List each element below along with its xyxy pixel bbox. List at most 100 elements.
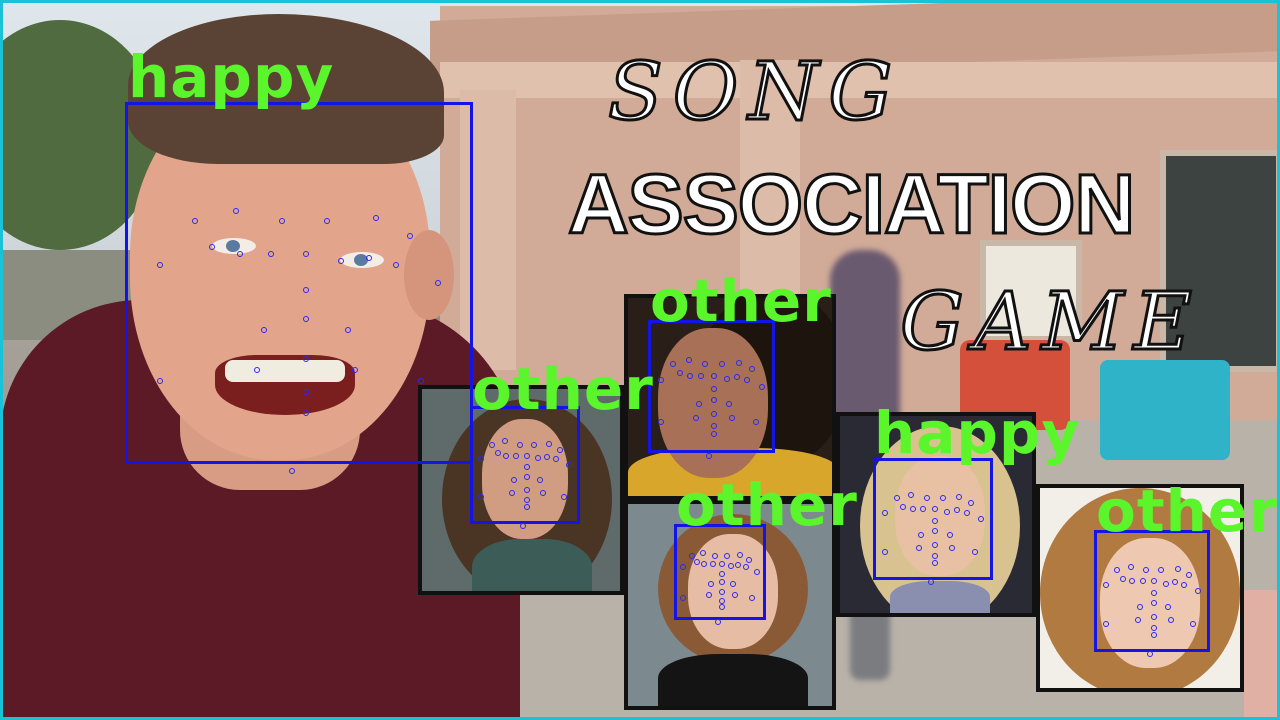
landmark-point [1175, 566, 1181, 572]
landmark-point [972, 549, 978, 555]
landmark-point [710, 561, 716, 567]
landmark-point [531, 442, 537, 448]
landmark-point [719, 361, 725, 367]
landmark-point [712, 553, 718, 559]
landmark-point [1140, 578, 1146, 584]
landmark-point [502, 438, 508, 444]
landmark-point [1158, 567, 1164, 573]
title-line-2: ASSOCIATION [566, 157, 1136, 251]
landmark-point [680, 595, 686, 601]
landmark-point [910, 506, 916, 512]
landmark-point [1135, 617, 1141, 623]
landmark-point [1114, 567, 1120, 573]
title-line-1: SONG [606, 45, 903, 138]
landmark-point [743, 564, 749, 570]
landmark-point [1186, 572, 1192, 578]
landmark-point [680, 564, 686, 570]
landmark-point [524, 464, 530, 470]
landmark-point [435, 280, 441, 286]
landmark-point [345, 327, 351, 333]
landmark-point [517, 442, 523, 448]
landmark-point [524, 453, 530, 459]
landmark-point [932, 506, 938, 512]
landmark-point [209, 244, 215, 250]
landmark-point [686, 357, 692, 363]
landmark-point [237, 251, 243, 257]
landmark-point [954, 507, 960, 513]
landmark-point [1151, 600, 1157, 606]
landmark-point [696, 401, 702, 407]
landmark-point [303, 287, 309, 293]
landmark-point [932, 528, 938, 534]
landmark-point [932, 560, 938, 566]
landmark-point [289, 468, 295, 474]
landmark-point [719, 571, 725, 577]
landmark-point [916, 545, 922, 551]
landmark-point [940, 495, 946, 501]
landmark-point [1163, 581, 1169, 587]
landmark-point [503, 453, 509, 459]
landmark-point [1143, 567, 1149, 573]
landmark-point [1151, 632, 1157, 638]
landmark-point [566, 462, 572, 468]
landmark-point [920, 506, 926, 512]
landmark-point [719, 604, 725, 610]
landmark-point [711, 431, 717, 437]
landmark-point [724, 376, 730, 382]
landmark-point [734, 374, 740, 380]
landmark-point [1129, 578, 1135, 584]
landmark-point [509, 490, 515, 496]
landmark-point [908, 492, 914, 498]
landmark-point [192, 218, 198, 224]
landmark-point [513, 453, 519, 459]
landmark-point [1172, 579, 1178, 585]
landmark-point [1181, 582, 1187, 588]
landmark-point [1103, 582, 1109, 588]
landmark-point [689, 553, 695, 559]
landmark-point [719, 579, 725, 585]
landmark-point [932, 518, 938, 524]
landmark-point [900, 504, 906, 510]
landmark-point [352, 367, 358, 373]
landmark-point [658, 419, 664, 425]
landmark-point [233, 208, 239, 214]
face-detection-box [125, 102, 473, 464]
landmark-point [495, 450, 501, 456]
landmark-point [732, 592, 738, 598]
landmark-point [1120, 576, 1126, 582]
portrait-tile [1244, 590, 1280, 720]
landmark-point [736, 360, 742, 366]
landmark-point [719, 589, 725, 595]
landmark-point [546, 441, 552, 447]
landmark-point [489, 442, 495, 448]
landmark-point [524, 474, 530, 480]
landmark-point [711, 386, 717, 392]
landmark-point [749, 366, 755, 372]
landmark-point [729, 415, 735, 421]
landmark-point [478, 494, 484, 500]
landmark-point [711, 373, 717, 379]
landmark-point [540, 490, 546, 496]
landmark-point [726, 401, 732, 407]
landmark-point [1151, 614, 1157, 620]
landmark-point [303, 356, 309, 362]
landmark-point [254, 367, 260, 373]
landmark-point [964, 510, 970, 516]
landmark-point [157, 378, 163, 384]
landmark-point [373, 215, 379, 221]
landmark-point [882, 510, 888, 516]
landmark-point [157, 262, 163, 268]
landmark-point [759, 384, 765, 390]
landmark-point [561, 494, 567, 500]
emotion-label: other [1096, 477, 1278, 545]
landmark-point [702, 361, 708, 367]
landmark-point [706, 592, 712, 598]
emotion-label: happy [874, 399, 1081, 467]
landmark-point [535, 455, 541, 461]
landmark-point [701, 561, 707, 567]
landmark-point [715, 619, 721, 625]
landmark-point [303, 316, 309, 322]
landmark-point [366, 255, 372, 261]
landmark-point [1128, 564, 1134, 570]
landmark-point [708, 581, 714, 587]
